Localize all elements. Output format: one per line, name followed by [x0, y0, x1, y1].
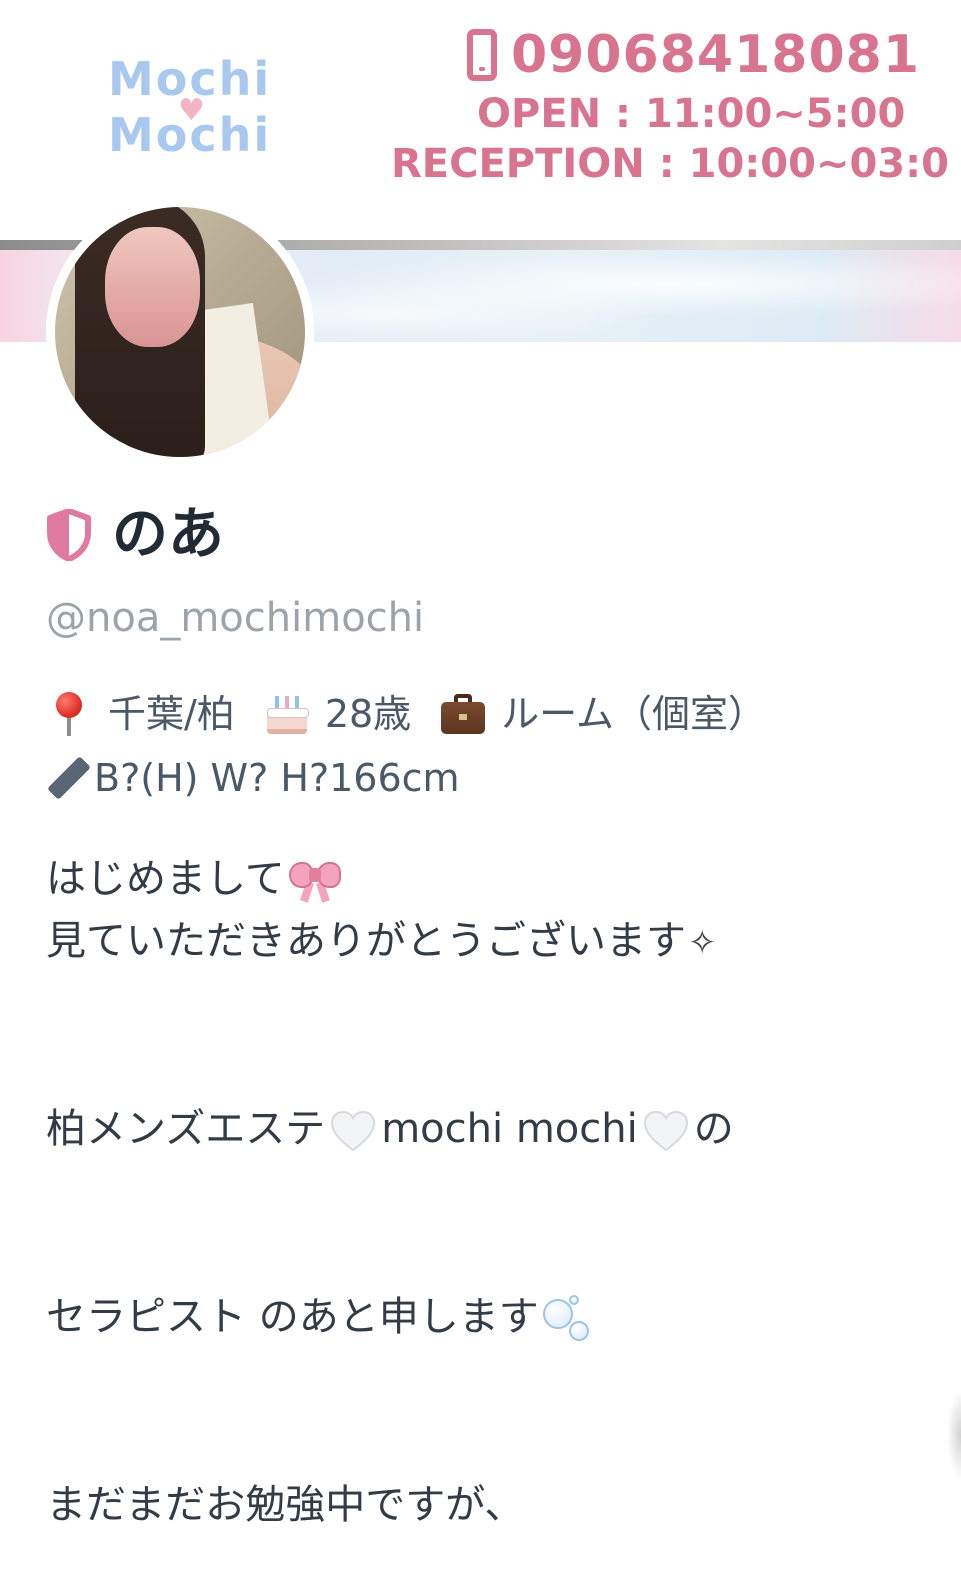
bio-line: 見ていただきありがとうございます✧ [46, 910, 926, 972]
profile-location: 千葉/柏 [108, 692, 235, 736]
open-hours: OPEN : 11:00~5:00 [477, 91, 906, 137]
bio-text: 見ていただきありがとうございます [46, 918, 686, 964]
bio-line: セラピスト のあと申します [46, 1286, 926, 1348]
avatar-photo [55, 207, 305, 457]
profile-room: ルーム（個室） [501, 692, 767, 736]
shop-logo: Mochi ♥ Mochi [108, 56, 288, 176]
white-heart-icon [329, 1109, 377, 1153]
pin-icon [46, 690, 94, 738]
ruler-icon [46, 754, 91, 802]
briefcase-icon [439, 690, 487, 738]
bubbles-icon [539, 1293, 593, 1345]
ribbon-icon [287, 858, 343, 904]
scroll-edge-shadow [947, 1390, 961, 1480]
profile-name: のあ [112, 502, 224, 567]
cake-icon [263, 690, 311, 738]
reception-hours: RECEPTION : 10:00~03:0 [391, 141, 949, 187]
bio-line: まだまだお勉強中ですが、 [46, 1474, 926, 1536]
sparkle-icon: ✧ [688, 923, 717, 963]
shield-icon [47, 509, 91, 561]
bio-text: セラピスト のあと申します [46, 1294, 539, 1340]
bio-text: の [693, 1106, 734, 1152]
profile-bio: はじめまして 見ていただきありがとうございます✧ 柏メンズエステ mochi m… [46, 848, 926, 1536]
phone-row[interactable]: 09068418081 [467, 24, 920, 86]
bio-line: 柏メンズエステ mochi mochi の [46, 1098, 926, 1160]
phone-number: 09068418081 [511, 25, 920, 85]
logo-text-bottom: Mochi [108, 108, 272, 162]
bio-text: はじめまして [46, 856, 285, 902]
profile-measurements-row: B?(H) W? H?166cm [46, 754, 460, 802]
profile-avatar[interactable] [46, 198, 314, 466]
bio-text: 柏メンズエステ [46, 1106, 326, 1152]
bio-line: はじめまして [46, 848, 926, 910]
phone-icon [467, 29, 497, 81]
profile-measurements: B?(H) W? H?166cm [94, 756, 460, 800]
white-heart-icon [642, 1109, 690, 1153]
bio-text: まだまだお勉強中ですが、 [46, 1482, 525, 1528]
bio-text: mochi mochi [381, 1106, 638, 1152]
profile-name-row: のあ [46, 500, 224, 570]
profile-handle: @noa_mochimochi [46, 595, 425, 641]
profile-meta-row: 千葉/柏 28歳 ルーム（個室） [46, 690, 794, 738]
profile-age: 28歳 [324, 692, 412, 736]
